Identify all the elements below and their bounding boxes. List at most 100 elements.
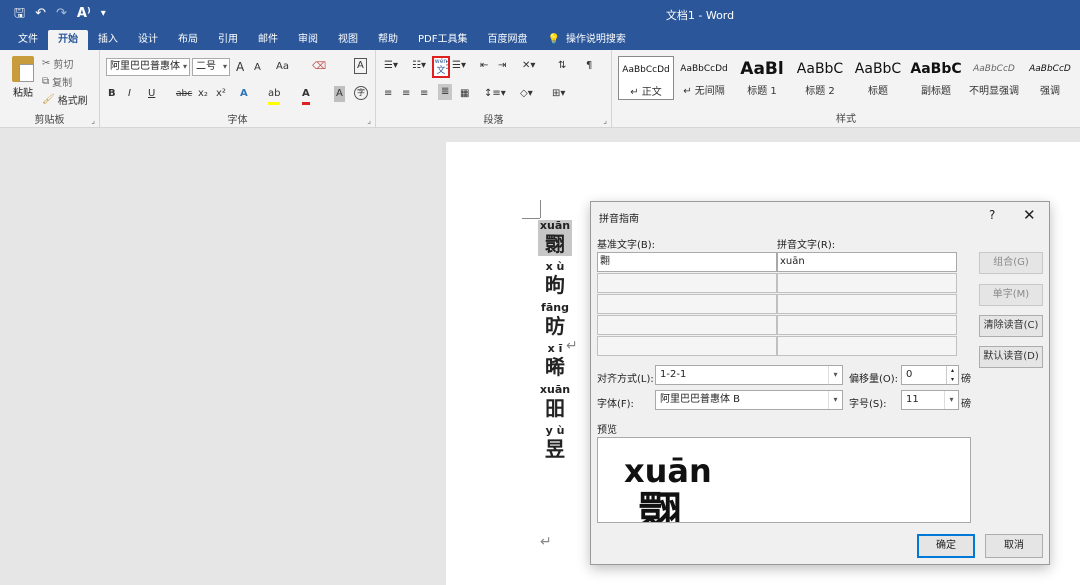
font-select[interactable]: 阿里巴巴普惠体 B ▾: [655, 390, 843, 410]
font-size-select[interactable]: 二号 ▾: [192, 58, 230, 76]
base-text-field[interactable]: 翾: [597, 252, 777, 272]
tab-layout[interactable]: 布局: [168, 30, 208, 50]
default-reading-button[interactable]: 默认读音(D): [979, 346, 1043, 368]
cut-button[interactable]: ✂ 剪切: [42, 56, 73, 71]
paste-button[interactable]: 粘贴: [8, 56, 38, 99]
chinese-layout-icon[interactable]: ✕▾: [522, 58, 535, 74]
ruby-text-field[interactable]: [777, 294, 957, 314]
style-subtle-emphasis[interactable]: AaBbCcD 不明显强调: [966, 56, 1022, 100]
paste-icon: [12, 56, 34, 82]
size-select[interactable]: 11 ▾: [901, 390, 959, 410]
text-effects-button[interactable]: A: [240, 86, 248, 102]
numbering-icon[interactable]: ☷▾: [412, 58, 426, 74]
align-right-icon[interactable]: ≡: [420, 86, 428, 102]
style-subtitle[interactable]: AaBbC 副标题: [908, 56, 964, 100]
ruby-text-field[interactable]: [777, 336, 957, 356]
style-normal[interactable]: AaBbCcDd ↵ 正文: [618, 56, 674, 100]
copy-button[interactable]: ⧉ 复制: [42, 74, 72, 89]
superscript-button[interactable]: x²: [216, 86, 226, 102]
size-unit: 磅: [961, 399, 971, 410]
style-heading-2[interactable]: AaBbC 标题 2: [792, 56, 848, 100]
char-border-button[interactable]: A: [354, 58, 367, 74]
subscript-button[interactable]: x₂: [198, 86, 208, 102]
ruby-text-field[interactable]: [777, 315, 957, 335]
italic-button[interactable]: I: [128, 86, 131, 102]
tab-view[interactable]: 视图: [328, 30, 368, 50]
tab-references[interactable]: 引用: [208, 30, 248, 50]
clear-reading-button[interactable]: 清除读音(C): [979, 315, 1043, 337]
preview-label: 预览: [597, 425, 617, 436]
tab-insert[interactable]: 插入: [88, 30, 128, 50]
style-title[interactable]: AaBbC 标题: [850, 56, 906, 100]
tell-me-search[interactable]: 💡 操作说明搜索: [537, 30, 635, 50]
shrink-font-button[interactable]: A: [254, 60, 261, 76]
mono-button[interactable]: 单字(M): [979, 284, 1043, 306]
tab-review[interactable]: 审阅: [288, 30, 328, 50]
clear-formatting-icon[interactable]: ⌫: [312, 59, 326, 75]
dialog-launcher-icon[interactable]: ⌟: [603, 116, 607, 125]
underline-button[interactable]: U: [148, 86, 155, 102]
highlight-button[interactable]: ab: [268, 86, 281, 105]
justify-icon[interactable]: ≣: [438, 84, 453, 100]
base-text-field[interactable]: [597, 336, 777, 356]
dialog-launcher-icon[interactable]: ⌟: [91, 116, 95, 125]
tab-home[interactable]: 开始: [48, 30, 88, 50]
grow-font-button[interactable]: A: [236, 59, 244, 75]
base-text-field[interactable]: [597, 273, 777, 293]
group-button[interactable]: 组合(G): [979, 252, 1043, 274]
dialog-launcher-icon[interactable]: ⌟: [367, 116, 371, 125]
alignment-label: 对齐方式(L):: [597, 374, 654, 385]
align-center-icon[interactable]: ≡: [402, 86, 410, 102]
clipboard-group-label: 剪贴板: [34, 115, 65, 126]
show-marks-icon[interactable]: ¶: [586, 58, 592, 74]
ruby-char[interactable]: fāng 昉: [538, 302, 572, 339]
tab-baidu-netdisk[interactable]: 百度网盘: [477, 30, 537, 50]
font-color-button[interactable]: A: [302, 86, 310, 105]
cancel-button[interactable]: 取消: [985, 534, 1043, 558]
close-icon[interactable]: ✕: [1023, 206, 1036, 224]
ruby-text-field[interactable]: xuān: [777, 252, 957, 272]
ruby-text-label: 拼音文字(R):: [777, 240, 836, 251]
offset-label: 偏移量(O):: [849, 374, 899, 385]
base-text-field[interactable]: [597, 315, 777, 335]
ruby-char[interactable]: xuān 昍: [538, 384, 572, 421]
style-emphasis[interactable]: AaBbCcD 强调: [1022, 56, 1078, 100]
base-text-field[interactable]: [597, 294, 777, 314]
tab-help[interactable]: 帮助: [368, 30, 408, 50]
bold-button[interactable]: B: [108, 86, 116, 102]
spinner-icon[interactable]: ▴ ▾: [946, 366, 958, 384]
clipboard-group: 粘贴 ✂ 剪切 ⧉ 复制 🖌 格式刷 剪贴板 ⌟: [0, 50, 100, 128]
ok-button[interactable]: 确定: [917, 534, 975, 558]
change-case-button[interactable]: Aa: [276, 59, 289, 75]
tab-design[interactable]: 设计: [128, 30, 168, 50]
line-spacing-icon[interactable]: ↕≡▾: [484, 86, 506, 102]
ruby-text-field[interactable]: [777, 273, 957, 293]
ruby-char[interactable]: x ù 昫: [538, 261, 572, 298]
multilevel-list-icon[interactable]: ⋮☰▾: [442, 58, 466, 74]
strikethrough-button[interactable]: abc: [176, 86, 192, 102]
tab-file[interactable]: 文件: [8, 30, 48, 50]
ruby-char[interactable]: y ù 昱: [538, 425, 572, 462]
help-button[interactable]: ?: [989, 208, 995, 222]
shading-icon[interactable]: ◇▾: [520, 86, 533, 102]
offset-stepper[interactable]: 0 ▴ ▾: [901, 365, 959, 385]
align-left-icon[interactable]: ≡: [384, 86, 392, 102]
alignment-select[interactable]: 1-2-1 ▾: [655, 365, 843, 385]
sort-icon[interactable]: ⇅: [558, 58, 566, 74]
chevron-down-icon: ▾: [828, 366, 842, 384]
font-name-select[interactable]: 阿里巴巴普惠体 ▾: [106, 58, 190, 76]
tab-mailings[interactable]: 邮件: [248, 30, 288, 50]
borders-icon[interactable]: ⊞▾: [552, 86, 565, 102]
ruby-char[interactable]: xuān 翾: [538, 220, 572, 256]
font-group-label: 字体: [227, 115, 248, 126]
enclose-char-button[interactable]: 字: [354, 86, 368, 100]
format-painter-button[interactable]: 🖌 格式刷: [42, 92, 88, 107]
tab-pdf-tools[interactable]: PDF工具集: [408, 30, 477, 50]
increase-indent-icon[interactable]: ⇥: [498, 58, 506, 74]
bullets-icon[interactable]: ☰▾: [384, 58, 398, 74]
char-shading-button[interactable]: A: [334, 86, 345, 102]
distributed-icon[interactable]: ▦: [460, 86, 469, 102]
decrease-indent-icon[interactable]: ⇤: [480, 58, 488, 74]
style-no-spacing[interactable]: AaBbCcDd ↵ 无间隔: [676, 56, 732, 100]
style-heading-1[interactable]: AaBl 标题 1: [734, 56, 790, 100]
